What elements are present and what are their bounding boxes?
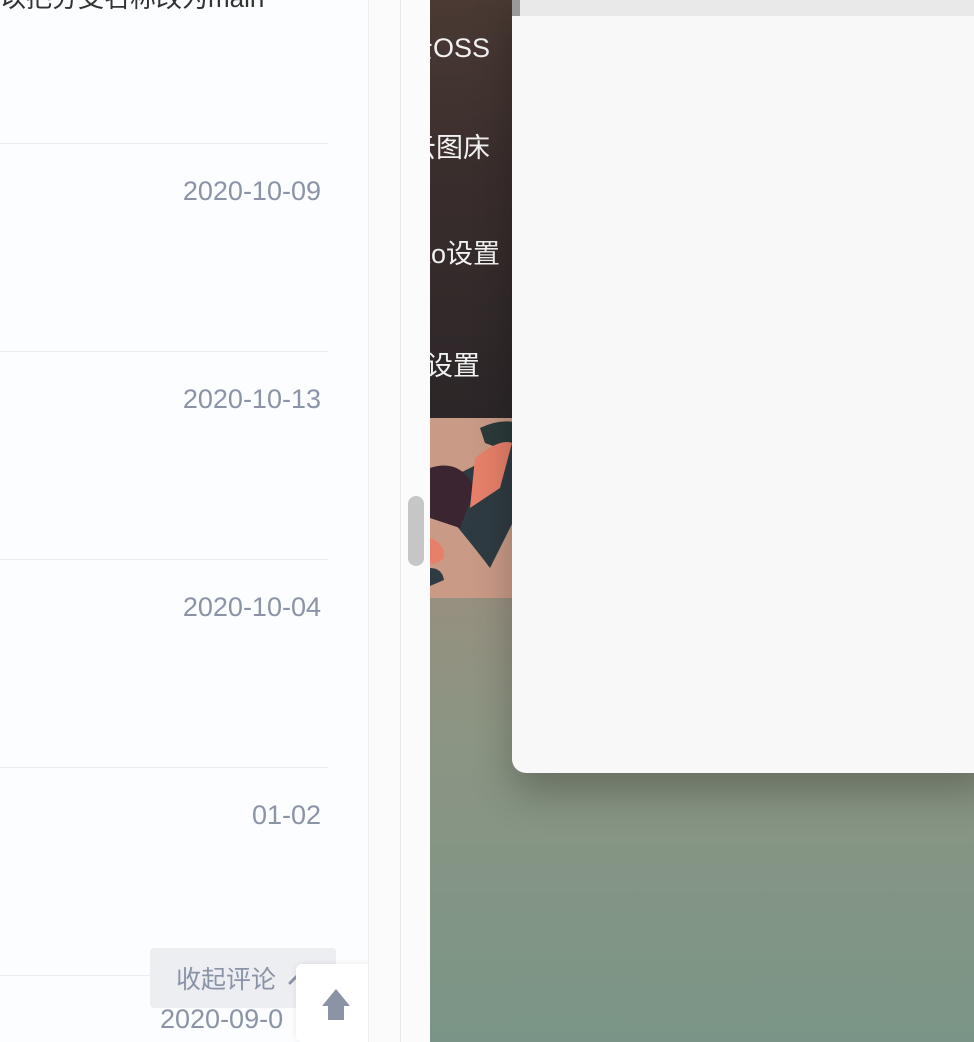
scrollbar-thumb[interactable] — [408, 496, 424, 566]
menu-item-image-host[interactable]: 云图床 — [430, 126, 490, 165]
gutter-divider — [400, 0, 401, 1042]
comment-date: 2020-10-13 — [182, 384, 321, 414]
comment-date: 01-02 — [251, 800, 321, 830]
comment-text-snippet: 以把分支名称改为main — [0, 0, 264, 15]
row-divider — [0, 767, 328, 768]
row-divider — [0, 351, 328, 352]
comment-list-panel: 以把分支名称改为main 2020-10-09 2020-10-13 2020-… — [0, 0, 368, 1042]
app-window — [512, 0, 974, 773]
side-menu: 云OSS 云图床 Hexo设置 设置 — [430, 0, 512, 418]
comment-date: 2020-10-09 — [182, 176, 321, 206]
comment-date: 2020-10-04 — [182, 592, 321, 622]
comment-date: 2020-09-0 — [160, 1004, 284, 1034]
collapse-comments-label: 收起评论 — [175, 966, 276, 994]
menu-item-hexo-settings[interactable]: Hexo设置 — [430, 232, 500, 271]
app-titlebar — [512, 0, 974, 16]
menu-item-settings[interactable]: 设置 — [430, 344, 480, 383]
arrow-up-icon — [322, 989, 350, 1020]
menu-item-oss[interactable]: 云OSS — [430, 26, 490, 65]
comment-date-clipped: 2020-09-0 — [150, 1004, 296, 1042]
wallpaper-art — [430, 418, 520, 598]
desktop-background: 云OSS 云图床 Hexo设置 设置 — [430, 0, 974, 1042]
row-divider — [0, 559, 328, 560]
row-divider — [0, 143, 328, 144]
back-to-top-button[interactable] — [296, 964, 368, 1042]
